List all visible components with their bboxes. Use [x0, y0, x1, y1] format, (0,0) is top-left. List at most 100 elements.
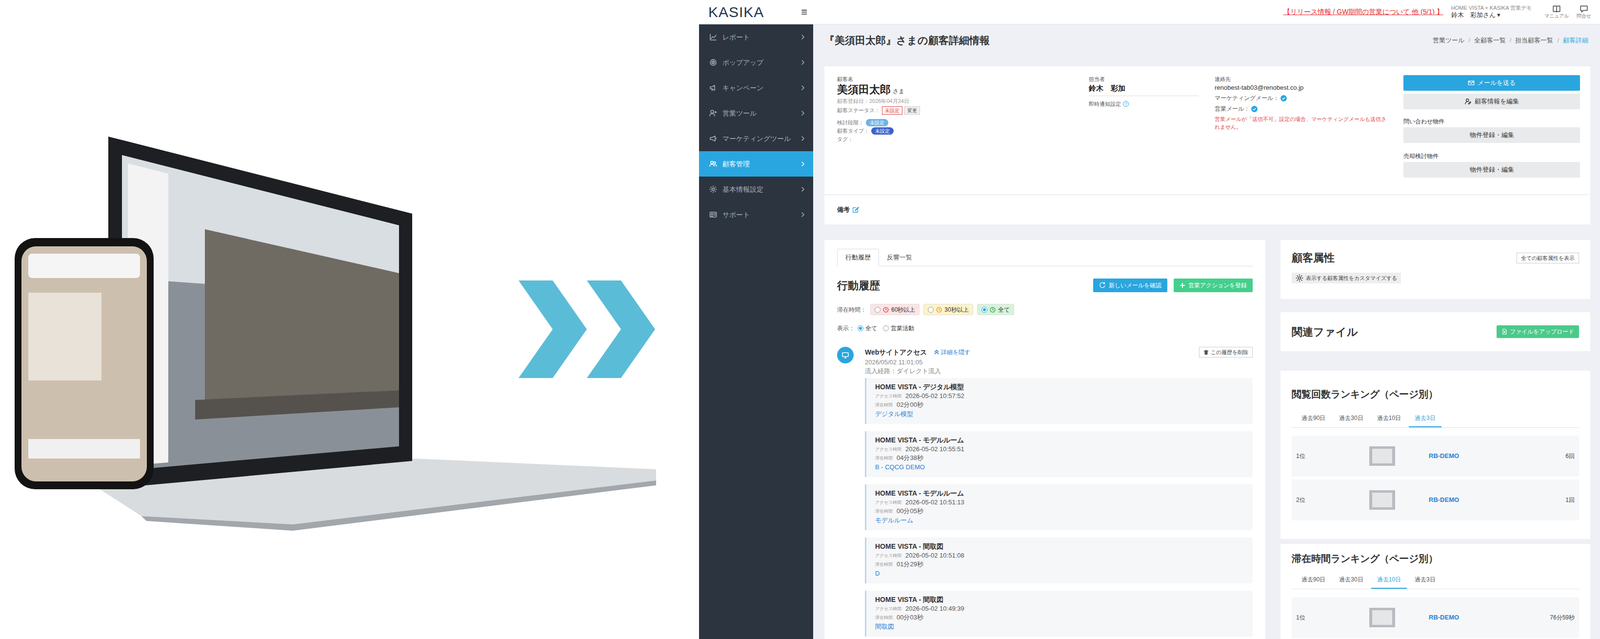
visit-stay: 滞在時間04分38秒 [875, 453, 1244, 463]
breadcrumb-item[interactable]: 顧客詳細 [1562, 34, 1589, 47]
sidebar-item[interactable]: マーケティングツール [699, 125, 814, 152]
button-label[interactable]: 物件登録・編集 [1469, 130, 1515, 140]
option-label[interactable]: 60秒以上 [891, 305, 916, 315]
stage-badge[interactable]: 未設定 [865, 119, 889, 127]
display-option[interactable]: 全て [857, 323, 878, 333]
radio-button[interactable] [874, 306, 881, 313]
header-link[interactable]: マニュアル [1540, 4, 1573, 20]
sidebar-item[interactable]: レポート [699, 24, 814, 50]
page-name[interactable]: RB-DEMO [1428, 495, 1566, 505]
page-name[interactable]: RB-DEMO [1428, 612, 1550, 623]
logo[interactable]: KASIKA [708, 4, 764, 20]
campaign-icon [708, 83, 718, 92]
sidebar-label[interactable]: マーケティングツール [722, 133, 796, 144]
sidebar-item[interactable]: 営業ツール [699, 100, 814, 126]
upload-button[interactable]: ファイルをアップロード [1496, 325, 1580, 339]
duration-option[interactable]: 全て [977, 303, 1015, 316]
button-label[interactable]: 顧客情報を編集 [1474, 96, 1520, 107]
sidebar-label[interactable]: 営業ツール [722, 108, 796, 119]
sidebar-label[interactable]: レポート [722, 32, 796, 43]
header-link-label[interactable]: 問合せ [1576, 13, 1592, 20]
radio-button[interactable] [857, 325, 864, 332]
sidebar-label[interactable]: サポート [722, 209, 796, 220]
duration-option[interactable]: 60秒以上 [870, 303, 920, 316]
option-label[interactable]: 営業活動 [890, 323, 915, 333]
sidebar-item[interactable]: サポート [699, 201, 814, 228]
plus-icon [1179, 282, 1186, 289]
radio-button[interactable] [981, 306, 988, 313]
header-link-label[interactable]: マニュアル [1544, 13, 1569, 20]
button-label[interactable]: 新しいメールを確認 [1108, 280, 1162, 290]
gray-button[interactable]: 顧客情報を編集 [1403, 93, 1580, 110]
sidebar-label[interactable]: 基本情報設定 [722, 184, 796, 195]
ranking-row[interactable]: 1位RB-DEMO6回 [1291, 435, 1580, 477]
gray-button[interactable]: 物件登録・編集 [1403, 161, 1580, 178]
menu-button[interactable]: ≡ [800, 6, 808, 18]
registered-date: 顧客登録日：2026年04月24日 [837, 96, 1089, 106]
option-label[interactable]: 全て [865, 323, 878, 333]
button-label[interactable]: 営業アクションを登録 [1188, 280, 1247, 290]
visit-label: アクセス時間 [875, 551, 902, 560]
tab[interactable]: 過去10日 [1371, 575, 1407, 589]
visit-link[interactable]: 間取図 [875, 621, 1244, 632]
tab[interactable]: 過去30日 [1333, 575, 1369, 589]
radio-button[interactable] [882, 325, 889, 332]
sidebar-label[interactable]: キャンペーン [722, 82, 796, 94]
button-label[interactable]: ファイルをアップロード [1509, 327, 1575, 337]
filter-label: 滞在時間： [837, 305, 867, 315]
tab[interactable]: 過去30日 [1333, 413, 1369, 428]
breadcrumb-item[interactable]: 全顧客一覧 [1474, 34, 1506, 47]
button-label[interactable]: この履歴を削除 [1210, 348, 1249, 357]
button-label[interactable]: 表示する顧客属性をカスタマイズする [1305, 274, 1398, 283]
option-label[interactable]: 全て [998, 305, 1010, 315]
status-change-button[interactable]: 変更 [904, 106, 920, 115]
sidebar-label[interactable]: ポップアップ [722, 57, 796, 68]
customize-button[interactable]: 表示する顧客属性をカスタマイズする [1291, 272, 1401, 284]
tab[interactable]: 過去90日 [1295, 413, 1332, 428]
visit-link[interactable]: モデルルーム [875, 515, 1244, 526]
duration-option[interactable]: 30秒以上 [923, 303, 973, 316]
send-mail-button[interactable]: メールを送る [1403, 75, 1580, 91]
display-option[interactable]: 営業活動 [882, 323, 915, 333]
header-link[interactable]: 問合せ [1572, 4, 1596, 20]
user-menu[interactable]: 鈴木 彩加さん ▾ [1451, 11, 1532, 20]
link-label[interactable]: 詳細を隠す [940, 347, 971, 357]
email-address[interactable]: renobest-tab03@renobest.co.jp [1214, 82, 1404, 93]
collapse-link[interactable]: 詳細を隠す [933, 347, 971, 357]
notice-link[interactable]: 【リリース情報 / GW期間の営業について 他 (5/1) 】 [1283, 6, 1444, 18]
check-mail-button[interactable]: 新しいメールを確認 [1093, 278, 1168, 293]
ranking-row[interactable]: 1位RB-DEMO76分59秒 [1291, 597, 1580, 639]
button-label[interactable]: メールを送る [1477, 78, 1516, 88]
breadcrumb-item[interactable]: 営業ツール [1432, 34, 1465, 47]
tab[interactable]: 過去90日 [1295, 575, 1332, 589]
sidebar-item[interactable]: キャンペーン [699, 75, 814, 101]
radio-button[interactable] [927, 306, 934, 313]
tab[interactable]: 過去3日 [1408, 575, 1442, 589]
visit-access: アクセス時間2026-05-02 10:51:13 [875, 498, 1244, 507]
option-label[interactable]: 30秒以上 [944, 305, 969, 315]
show-all-button[interactable]: 全ての顧客属性を表示 [1516, 252, 1580, 264]
ranking-row[interactable]: 2位RB-DEMO1回 [1291, 479, 1580, 521]
help-icon[interactable]: ? [1122, 100, 1129, 107]
gray-button[interactable]: 物件登録・編集 [1403, 127, 1580, 143]
visit-link[interactable]: B - CQCG DEMO [875, 462, 1244, 473]
breadcrumb-item[interactable]: 担当顧客一覧 [1515, 34, 1554, 47]
visit-link[interactable]: デジタル模型 [875, 409, 1244, 420]
tab[interactable]: 反響一覧 [879, 249, 920, 266]
delete-history-button[interactable]: この履歴を削除 [1199, 346, 1253, 358]
add-action-button[interactable]: 営業アクションを登録 [1173, 278, 1253, 293]
sidebar-item[interactable]: 顧客管理 [699, 151, 814, 177]
sidebar-item[interactable]: ポップアップ [699, 49, 814, 76]
sidebar-label[interactable]: 顧客管理 [722, 159, 796, 170]
tab[interactable]: 行動履歴 [837, 248, 880, 267]
entry-source: 流入経路：ダイレクト流入 [864, 366, 1253, 376]
page-name[interactable]: RB-DEMO [1428, 451, 1566, 461]
tab[interactable]: 過去10日 [1371, 413, 1407, 428]
page-visit: HOME VISTA - 間取図アクセス時間2026-05-02 10:49:3… [864, 590, 1253, 637]
sidebar-item[interactable]: 基本情報設定 [699, 176, 814, 202]
stage-badge[interactable]: 未設定 [871, 127, 894, 135]
visit-link[interactable]: D [875, 568, 1244, 579]
tab[interactable]: 過去3日 [1408, 413, 1442, 428]
user-plus-icon [708, 109, 718, 118]
button-label[interactable]: 物件登録・編集 [1469, 164, 1515, 175]
